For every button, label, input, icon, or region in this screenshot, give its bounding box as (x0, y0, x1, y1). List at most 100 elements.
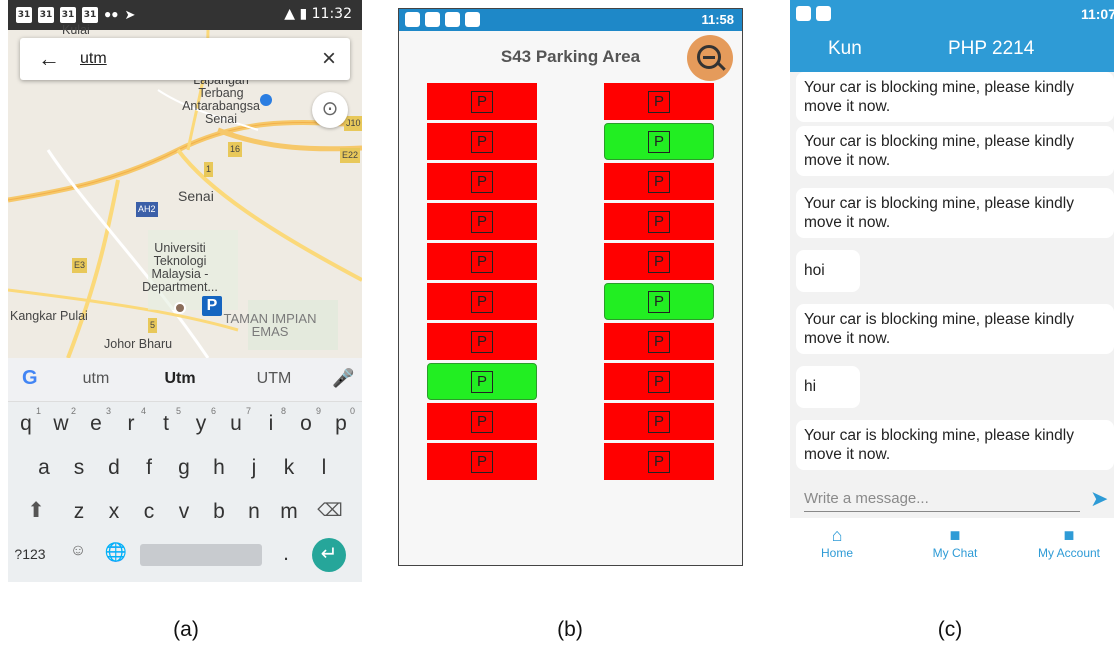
key[interactable]: d (98, 456, 130, 480)
parking-slot-label: P (471, 210, 493, 233)
parking-slot-occupied[interactable]: P (427, 83, 537, 120)
parking-slot-label: P (471, 250, 493, 273)
parking-slot-free[interactable]: P (427, 363, 537, 400)
parking-slot-occupied[interactable]: P (604, 323, 714, 360)
key[interactable]: . (270, 542, 302, 566)
parking-slot-occupied[interactable]: P (604, 443, 714, 480)
calendar-icon: 31 (38, 7, 54, 23)
key[interactable]: b (203, 500, 235, 524)
key[interactable]: s (63, 456, 95, 480)
parking-slot-label: P (648, 330, 670, 353)
parking-slot-occupied[interactable]: P (427, 163, 537, 200)
message-bubble: hoi (796, 250, 860, 292)
parking-slot-occupied[interactable]: P (427, 403, 537, 440)
parking-slot-occupied[interactable]: P (604, 203, 714, 240)
parking-slot-occupied[interactable]: P (604, 363, 714, 400)
message-composer: ➤ (790, 476, 1114, 518)
parking-slot-label: P (471, 90, 493, 113)
parking-slot-label: P (648, 410, 670, 433)
parking-slot-occupied[interactable]: P (604, 243, 714, 280)
suggestion-item[interactable]: utm (56, 370, 136, 388)
message-input[interactable] (804, 486, 1080, 512)
caption-a: (a) (173, 618, 199, 641)
key-hint: 1 (36, 406, 42, 416)
message-bubble: Your car is blocking mine, please kindly… (796, 72, 1114, 122)
spacebar[interactable] (140, 544, 262, 566)
map-label: Kulai (62, 23, 90, 37)
symbols-key[interactable]: ?123 (10, 546, 50, 562)
message-bubble: Your car is blocking mine, please kindly… (796, 420, 1114, 470)
parking-slot-occupied[interactable]: P (604, 83, 714, 120)
emoji-icon[interactable]: ☺ (62, 542, 94, 560)
google-icon[interactable]: G (22, 367, 38, 390)
my-location-icon[interactable]: ⊙ (312, 92, 348, 128)
nav-label: Home (820, 546, 853, 560)
suggestion-item[interactable]: Utm (140, 370, 220, 388)
road-shield: J10 (344, 116, 362, 131)
contact-name[interactable]: Kun (828, 38, 862, 60)
nav-my-account[interactable]: ■ My Account (1024, 524, 1114, 560)
whatsapp-icon (405, 12, 420, 27)
nav-my-chat[interactable]: ■ My Chat (910, 524, 1000, 560)
airport-marker-icon[interactable] (260, 94, 272, 106)
whatsapp-icon (816, 6, 831, 21)
message-bubble: hi (796, 366, 860, 408)
send-icon[interactable]: ➤ (1090, 486, 1108, 512)
parking-slot-label: P (648, 290, 670, 313)
key-hint: 6 (211, 406, 217, 416)
key[interactable]: v (168, 500, 200, 524)
key[interactable]: n (238, 500, 270, 524)
mic-icon[interactable]: 🎤 (332, 368, 354, 389)
key-hint: 7 (246, 406, 252, 416)
chat-icon: ■ (949, 525, 961, 545)
road-shield: 1 (204, 162, 214, 177)
key[interactable]: a (28, 456, 60, 480)
key[interactable]: h (203, 456, 235, 480)
nav-home[interactable]: ⌂ Home (792, 524, 882, 560)
search-bar[interactable]: ← utm × (20, 38, 350, 80)
status-bar: 11:58 (399, 9, 742, 31)
back-arrow-icon[interactable]: ← (38, 46, 60, 72)
shift-icon[interactable]: ⬆ (20, 498, 52, 523)
parking-slot-label: P (471, 450, 493, 473)
zoom-out-icon[interactable] (687, 35, 733, 81)
key[interactable]: f (133, 456, 165, 480)
key[interactable]: z (63, 500, 95, 524)
message-bubble: Your car is blocking mine, please kindly… (796, 304, 1114, 354)
parking-slot-free[interactable]: P (604, 123, 714, 160)
globe-icon[interactable]: 🌐 (100, 542, 132, 563)
parking-slot-occupied[interactable]: P (604, 403, 714, 440)
message-bubble: Your car is blocking mine, please kindly… (796, 126, 1114, 176)
account-icon: ■ (1063, 525, 1075, 545)
enter-icon[interactable]: ↵ (312, 538, 346, 572)
key[interactable]: l (308, 456, 340, 480)
caption-b: (b) (557, 618, 583, 641)
key-hint: 0 (350, 406, 356, 416)
bottom-nav: ⌂ Home ■ My Chat ■ My Account (790, 518, 1114, 570)
key[interactable]: g (168, 456, 200, 480)
key-hint: 9 (316, 406, 322, 416)
backspace-icon[interactable]: ⌫ (314, 500, 346, 521)
place-marker-icon[interactable] (174, 302, 186, 314)
key[interactable]: x (98, 500, 130, 524)
key[interactable]: c (133, 500, 165, 524)
clear-icon[interactable]: × (322, 45, 336, 73)
parking-slot-label: P (471, 370, 493, 393)
search-input[interactable]: utm (80, 50, 107, 68)
key[interactable]: j (238, 456, 270, 480)
parking-slot-occupied[interactable]: P (427, 323, 537, 360)
parking-slot-occupied[interactable]: P (427, 443, 537, 480)
parking-slot-occupied[interactable]: P (604, 163, 714, 200)
parking-slot-occupied[interactable]: P (427, 123, 537, 160)
parking-slot-occupied[interactable]: P (427, 243, 537, 280)
suggestion-item[interactable]: UTM (234, 370, 314, 388)
keyboard: q w e r t y u i o p 1 2 3 4 5 6 7 8 9 0 … (8, 402, 362, 582)
parking-slot-free[interactable]: P (604, 283, 714, 320)
key[interactable]: k (273, 456, 305, 480)
parking-slot-occupied[interactable]: P (427, 283, 537, 320)
road-shield: 5 (148, 318, 158, 333)
parking-slot-label: P (648, 130, 670, 153)
parking-slot-occupied[interactable]: P (427, 203, 537, 240)
key[interactable]: m (273, 500, 305, 524)
parking-marker-icon[interactable]: P (202, 296, 222, 316)
